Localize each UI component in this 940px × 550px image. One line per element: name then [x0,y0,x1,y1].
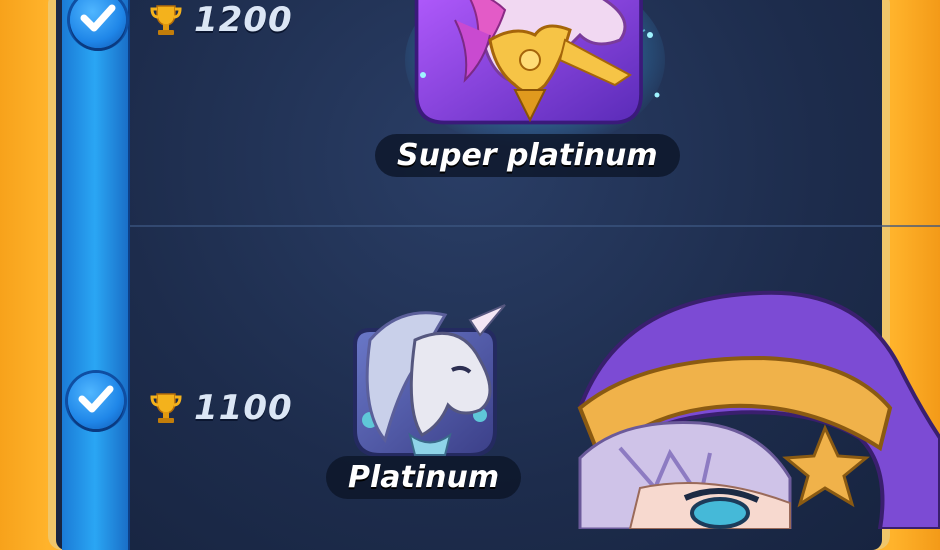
trophy-icon [150,5,182,35]
trophy-count: 1200 [194,0,293,40]
platinum-badge[interactable] [330,300,520,474]
tier-label-platinum: Platinum [326,456,522,499]
progress-track [62,0,130,550]
trophy-requirement-1100: 1100 [148,388,293,428]
trophy-icon [150,393,182,423]
mascot-character [560,288,940,533]
row-divider [120,225,940,227]
checkmark-icon [80,4,116,32]
unicorn-badge-platinum [353,304,506,457]
tier-label-super-platinum: Super platinum [375,134,680,177]
milestone-check-1100 [68,373,124,429]
wizard-hat-character [577,290,940,531]
trophy-requirement-1200: 1200 [148,0,293,40]
unicorn-badge-super-platinum [405,0,665,150]
checkmark-icon [78,385,114,413]
trophy-count: 1100 [194,388,293,428]
